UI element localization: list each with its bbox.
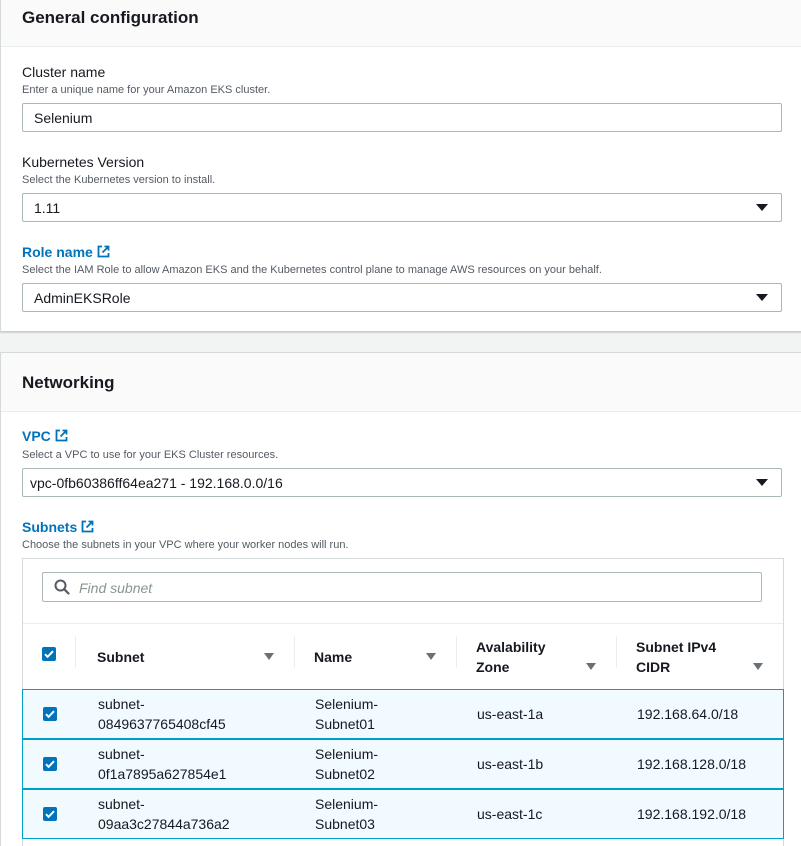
row-checkbox[interactable] (43, 807, 57, 821)
column-divider (616, 636, 617, 668)
panel-title: General configuration (22, 8, 199, 27)
subnet-id-cell: subnet- 0f1a7895a627854e1 (98, 746, 227, 782)
sort-caret-icon[interactable] (753, 663, 763, 670)
sort-caret-icon[interactable] (586, 663, 596, 670)
cluster-name-label: Cluster name (22, 64, 106, 80)
panel-header (1, 353, 801, 412)
column-header-ipv4-cidr[interactable]: Subnet IPv4 CIDR (636, 624, 776, 689)
subnets-link-text[interactable]: Subnets (22, 519, 77, 535)
cluster-name-input[interactable] (22, 103, 782, 132)
sort-caret-icon[interactable] (264, 653, 274, 660)
caret-down-icon (756, 204, 768, 211)
ipv4-cidr-cell: 192.168.192.0/18 (637, 806, 746, 822)
kubernetes-version-description: Select the Kubernetes version to install… (22, 174, 216, 186)
kubernetes-version-label: Kubernetes Version (22, 154, 145, 170)
role-name-link-text[interactable]: Role name (22, 244, 93, 260)
vpc-value: vpc-0fb60386ff64ea271 - 192.168.0.0/16 (30, 474, 283, 491)
row-checkbox[interactable] (43, 707, 57, 721)
column-divider (294, 636, 295, 668)
subnet-name-cell: Selenium- Subnet02 (315, 746, 379, 782)
availability-zone-cell: us-east-1a (477, 706, 544, 722)
table-row[interactable]: subnet- 0f1a7895a627854e1 Selenium- Subnet… (22, 739, 784, 789)
caret-down-icon (756, 294, 768, 301)
column-header-label: Avalability Zone (476, 638, 546, 675)
subnets-label[interactable]: Subnets (22, 519, 94, 536)
networking-panel: Networking VPC Select a VPC to use for y… (0, 352, 801, 846)
column-header-label: Name (314, 648, 353, 665)
sort-caret-icon[interactable] (426, 653, 436, 660)
external-link-icon[interactable] (97, 245, 110, 261)
find-subnet-input[interactable] (77, 573, 751, 603)
table-row[interactable]: subnet- 09aa3c27844a736a2 Selenium- Subnet… (22, 789, 784, 839)
subnets-table: Subnet Name AvalabilityZone Subnet IPv4C… (22, 558, 784, 846)
subnet-id-cell: subnet- 0849637765408cf45 (98, 696, 226, 732)
column-divider (75, 636, 76, 668)
column-header-subnet[interactable]: Subnet (97, 624, 287, 689)
ipv4-cidr-cell: 192.168.128.0/18 (637, 756, 746, 772)
role-name-select[interactable]: AdminEKSRole (22, 283, 782, 312)
column-header-label: Subnet IPv4 CIDR (636, 638, 717, 675)
ipv4-cidr-cell: 192.168.64.0/18 (637, 706, 739, 722)
select-all-checkbox[interactable] (42, 647, 56, 661)
find-subnet-search[interactable] (42, 572, 762, 603)
kubernetes-version-value: 1.11 (34, 199, 61, 216)
vpc-description: Select a VPC to use for your EKS Cluster… (22, 449, 279, 461)
subnet-name-cell: Selenium- Subnet01 (315, 696, 379, 732)
vpc-label[interactable]: VPC (22, 428, 68, 445)
kubernetes-version-select[interactable]: 1.11 (22, 193, 782, 222)
role-name-label[interactable]: Role name (22, 244, 110, 261)
row-checkbox[interactable] (43, 757, 57, 771)
general-configuration-panel: General configuration Cluster name Enter… (0, 0, 801, 332)
role-name-description: Select the IAM Role to allow Amazon EKS … (22, 264, 602, 276)
table-header: Subnet Name Avalability Zone Subnet IPv4 C… (23, 623, 783, 689)
search-icon (54, 579, 70, 600)
availability-zone-cell: us-east-1c (477, 806, 543, 822)
column-header-label: Subnet (97, 648, 145, 665)
cluster-name-description: Enter a unique name for your Amazon EKS … (22, 84, 271, 96)
external-link-icon[interactable] (55, 429, 68, 445)
subnet-name-cell: Selenium- Subnet03 (315, 796, 379, 832)
column-divider (456, 636, 457, 668)
subnet-id-cell: subnet- 09aa3c27844a736a2 (98, 796, 230, 832)
vpc-link-text[interactable]: VPC (22, 428, 51, 444)
caret-down-icon (756, 479, 768, 486)
vpc-select[interactable]: vpc-0fb60386ff64ea271 - 192.168.0.0/16 (22, 468, 782, 497)
external-link-icon[interactable] (81, 520, 94, 536)
role-name-value: AdminEKSRole (34, 289, 131, 306)
column-header-availability-zone[interactable]: Avalability Zone (476, 624, 616, 689)
subnets-description: Choose the subnets in your VPC where you… (22, 539, 349, 551)
panel-title: Networking (22, 373, 115, 392)
availability-zone-cell: us-east-1b (477, 756, 544, 772)
table-row[interactable]: subnet- 0849637765408cf45 Selenium- Subnet… (22, 689, 784, 739)
